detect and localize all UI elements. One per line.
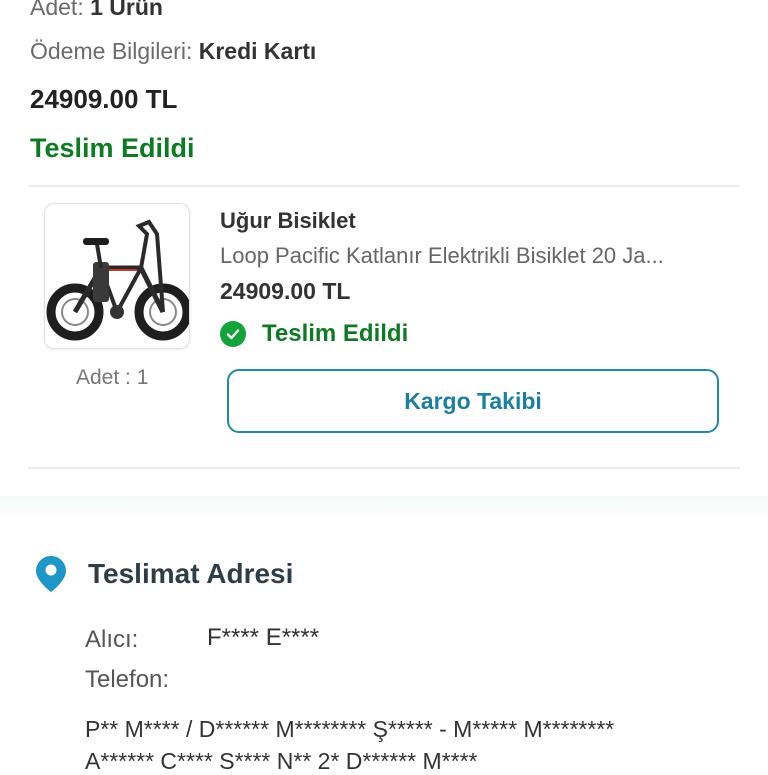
quantity-summary-label: Adet: xyxy=(30,0,84,20)
product-price: 24909.00 TL xyxy=(220,278,351,304)
delivery-address-title: Teslimat Adresi xyxy=(88,558,294,589)
check-circle-icon xyxy=(220,321,246,347)
divider xyxy=(28,467,740,469)
divider xyxy=(28,185,740,187)
location-pin-icon xyxy=(34,554,68,599)
section-separator xyxy=(0,496,768,518)
product-image[interactable] xyxy=(44,203,190,349)
payment-info-label: Ödeme Bilgileri: xyxy=(30,38,193,64)
phone-label: Telefon: xyxy=(85,666,170,693)
product-quantity: Adet : 1 xyxy=(76,366,149,389)
quantity-summary-value: 1 Ürün xyxy=(90,0,163,20)
address-line-1: P** M**** / D****** M******** Ş***** - M… xyxy=(85,716,615,742)
order-total: 24909.00 TL xyxy=(30,84,178,114)
recipient-label: Alıcı: xyxy=(85,626,139,653)
quantity-summary: Adet: 1 Ürün xyxy=(30,0,163,21)
seller-name[interactable]: Uğur Bisiklet xyxy=(220,208,356,234)
payment-info-value: Kredi Kartı xyxy=(198,38,317,64)
delivery-status-text: Teslim Edildi xyxy=(262,320,409,347)
order-status: Teslim Edildi xyxy=(30,133,195,163)
address-line-2: A****** C**** S**** N** 2* D****** M**** xyxy=(85,748,478,774)
bicycle-icon xyxy=(46,219,189,341)
cargo-tracking-button[interactable]: Kargo Takibi xyxy=(227,369,719,433)
payment-info: Ödeme Bilgileri: Kredi Kartı xyxy=(30,38,316,65)
recipient-value: F**** E**** xyxy=(207,624,320,651)
product-name[interactable]: Loop Pacific Katlanır Elektrikli Bisikle… xyxy=(220,243,720,269)
delivery-status: Teslim Edildi xyxy=(220,318,408,350)
